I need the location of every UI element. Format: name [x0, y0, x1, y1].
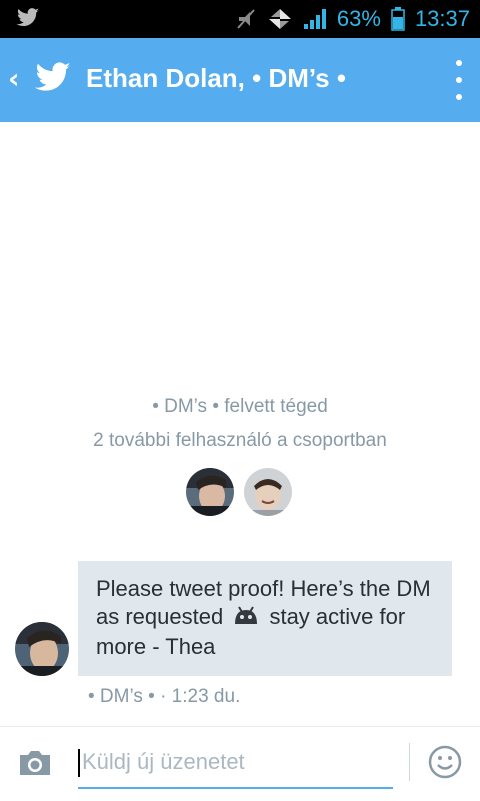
clock: 13:37 — [414, 6, 470, 31]
camera-icon[interactable] — [18, 749, 52, 777]
message-bubble[interactable]: Please tweet proof! Here’s the DM as req… — [78, 561, 452, 676]
android-emoji-icon — [231, 604, 261, 633]
twitter-icon — [16, 8, 39, 27]
group-members-notice: 2 további felhasználó a csoportban — [93, 430, 387, 451]
signal-icon — [303, 9, 326, 29]
conversation-title[interactable]: Ethan Dolan, • DM’s • — [86, 63, 346, 94]
sender-avatar[interactable] — [15, 622, 69, 676]
overflow-menu-icon[interactable] — [454, 60, 464, 100]
text-cursor — [78, 749, 80, 777]
mute-icon — [237, 9, 255, 29]
participant-avatar-2[interactable] — [244, 468, 292, 516]
status-bar: 63% 13:37 — [0, 0, 480, 38]
data-arrows-icon — [268, 9, 291, 29]
message-input-placeholder: Küldj új üzenetet — [82, 749, 245, 774]
message-input[interactable]: Küldj új üzenetet — [78, 745, 393, 789]
battery-percentage: 63% — [336, 6, 381, 31]
added-you-notice: • DM’s • felvett téged — [152, 396, 328, 417]
smiley-icon[interactable] — [428, 745, 462, 779]
participant-avatar-1[interactable] — [186, 468, 234, 516]
compose-bar: Küldj új üzenetet — [0, 726, 480, 801]
app-bar: ‹ Ethan Dolan, • DM’s • — [0, 38, 480, 122]
back-arrow-icon[interactable]: ‹ — [8, 62, 20, 95]
battery-icon — [391, 7, 405, 31]
twitter-bird-icon[interactable] — [34, 62, 72, 94]
message-timestamp: • DM’s • · 1:23 du. — [88, 686, 241, 707]
participant-avatars — [186, 468, 292, 516]
compose-divider — [409, 743, 410, 781]
